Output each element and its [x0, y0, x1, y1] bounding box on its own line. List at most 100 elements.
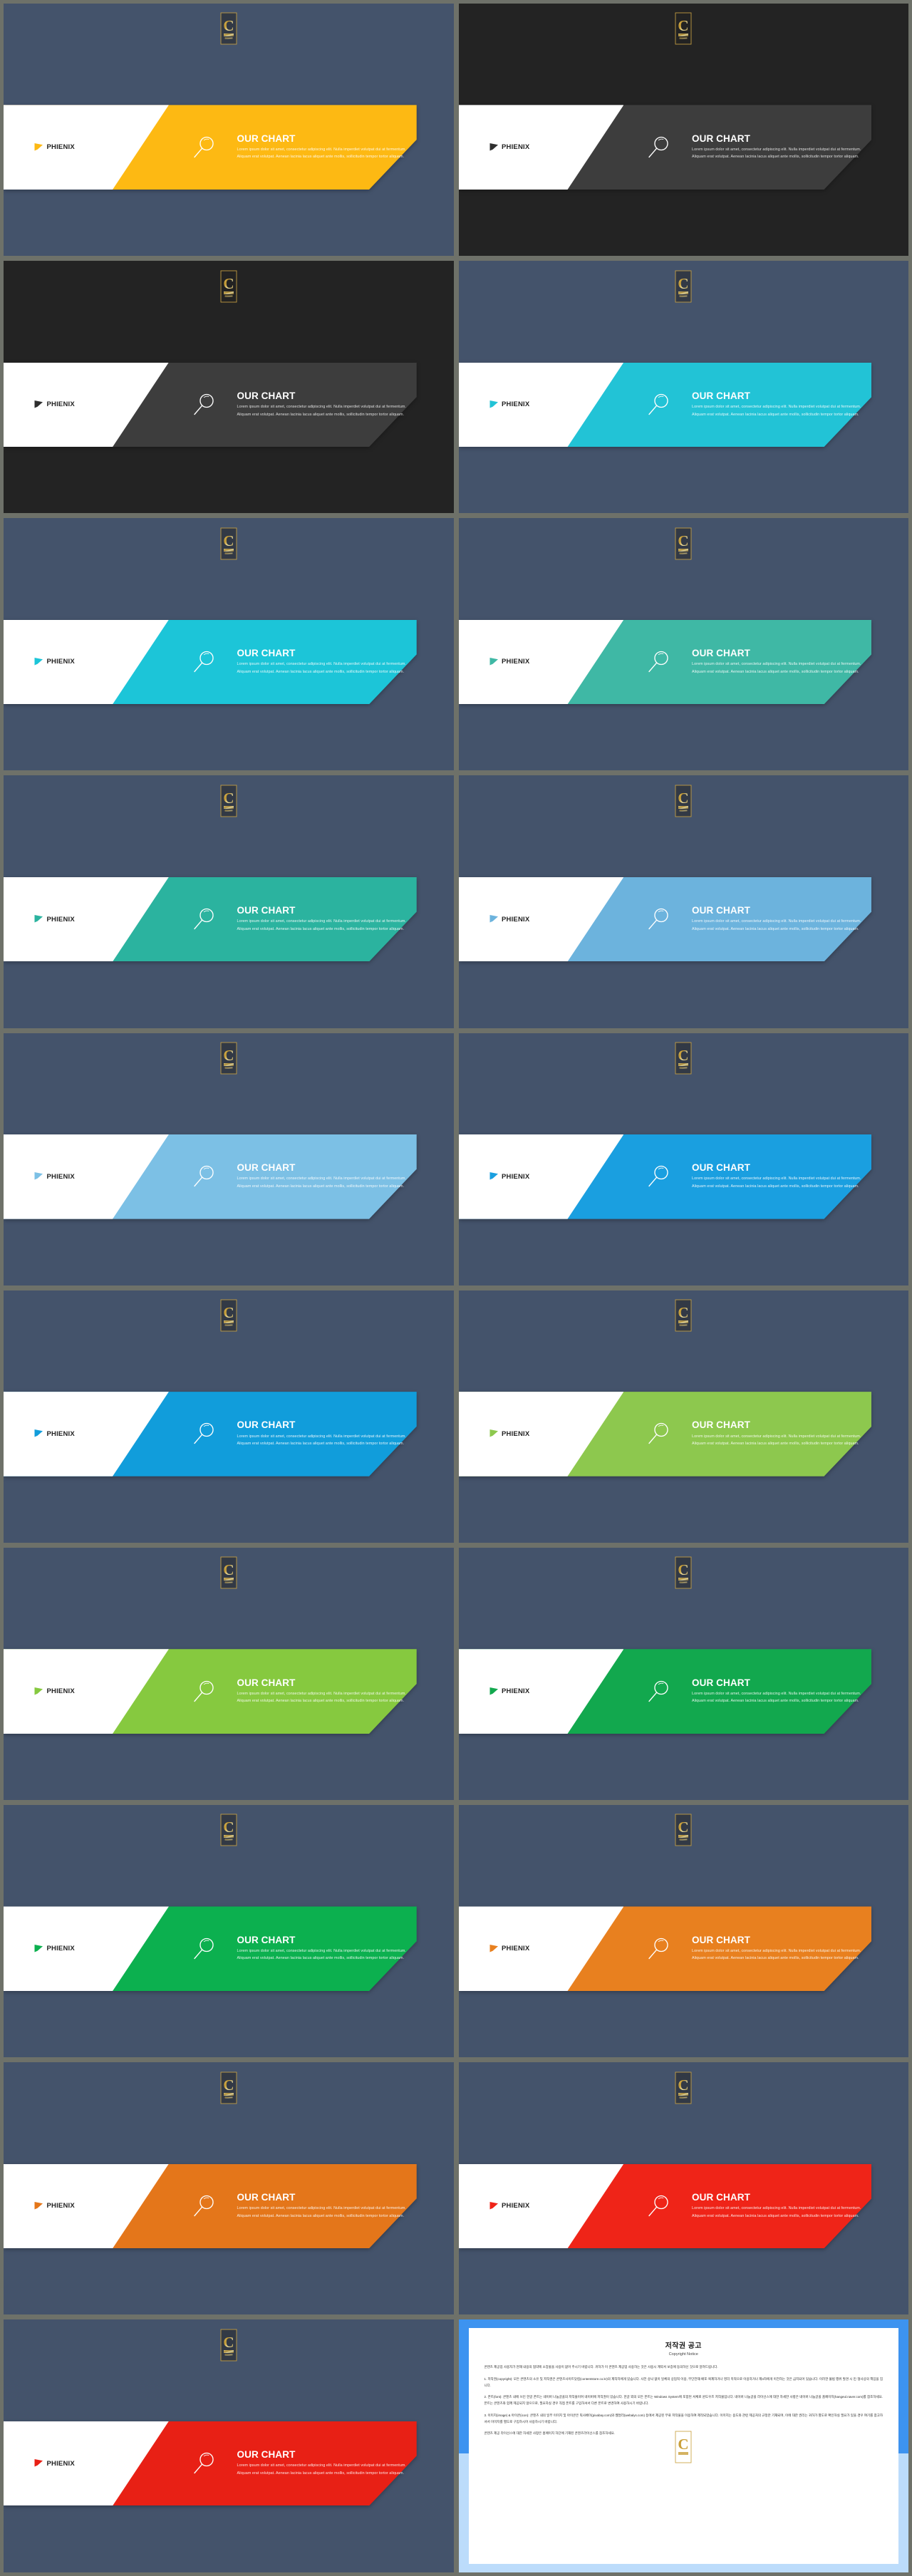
banner-heading: OUR CHART — [692, 390, 750, 401]
gold-c-medallion-icon: C — [220, 1556, 237, 1589]
slide-deck-grid: C PHIENIX OUR CHART Lorem ipsum dolor si… — [0, 0, 912, 2576]
magnifier-icon — [648, 393, 668, 415]
chart-banner: PHIENIX OUR CHART Lorem ipsum dolor sit … — [4, 1906, 417, 1992]
phienix-flag-icon — [489, 915, 498, 923]
slide-thumbnail-11[interactable]: C PHIENIX OUR CHART Lorem ipsum dolor si… — [4, 1290, 454, 1543]
banner-text-block: OUR CHART Lorem ipsum dolor sit amet, co… — [692, 648, 861, 676]
banner-body-text: Lorem ipsum dolor sit amet, consectetur … — [692, 1948, 861, 1961]
chart-banner: PHIENIX OUR CHART Lorem ipsum dolor sit … — [458, 362, 872, 448]
brand-name: PHIENIX — [501, 1945, 530, 1953]
banner-text-block: OUR CHART Lorem ipsum dolor sit amet, co… — [237, 2449, 407, 2477]
slide-thumbnail-3[interactable]: C PHIENIX OUR CHART Lorem ipsum dolor si… — [4, 261, 454, 514]
slide-thumbnail-10[interactable]: C PHIENIX OUR CHART Lorem ipsum dolor si… — [458, 1033, 908, 1286]
gold-c-medallion-icon: C — [675, 785, 692, 817]
gold-c-medallion-icon: C — [220, 2329, 237, 2362]
slide-thumbnail-1[interactable]: C PHIENIX OUR CHART Lorem ipsum dolor si… — [4, 4, 454, 257]
banner-body-text: Lorem ipsum dolor sit amet, consectetur … — [692, 919, 861, 931]
banner-text-block: OUR CHART Lorem ipsum dolor sit amet, co… — [692, 133, 861, 161]
slide-thumbnail-14[interactable]: C PHIENIX OUR CHART Lorem ipsum dolor si… — [458, 1547, 908, 1801]
magnifier-icon — [194, 1166, 214, 1187]
copyright-subtitle: Copyright Notice — [668, 2352, 698, 2357]
gold-c-medallion-icon: C — [675, 1556, 692, 1589]
banner-text-block: OUR CHART Lorem ipsum dolor sit amet, co… — [692, 1677, 861, 1705]
svg-text:C: C — [223, 2334, 234, 2351]
banner-heading: OUR CHART — [237, 647, 296, 658]
banner-body-text: Lorem ipsum dolor sit amet, consectetur … — [692, 1176, 861, 1189]
slide-thumbnail-9[interactable]: C PHIENIX OUR CHART Lorem ipsum dolor si… — [4, 1033, 454, 1286]
chart-banner: PHIENIX OUR CHART Lorem ipsum dolor sit … — [458, 105, 872, 190]
chart-banner: PHIENIX OUR CHART Lorem ipsum dolor sit … — [458, 1906, 872, 1992]
banner-heading: OUR CHART — [237, 1934, 296, 1945]
phienix-flag-icon — [34, 657, 43, 666]
phienix-flag-icon — [34, 400, 43, 408]
svg-text:C: C — [678, 1304, 689, 1321]
magnifier-icon — [194, 651, 214, 673]
svg-text:C: C — [223, 1304, 234, 1321]
banner-text-block: OUR CHART Lorem ipsum dolor sit amet, co… — [692, 390, 861, 418]
gold-c-medallion-icon: C — [220, 1042, 237, 1075]
slide-thumbnail-19[interactable]: C PHIENIX OUR CHART Lorem ipsum dolor si… — [4, 2319, 454, 2572]
slide-thumbnail-5[interactable]: C PHIENIX OUR CHART Lorem ipsum dolor si… — [4, 518, 454, 771]
chart-banner: PHIENIX OUR CHART Lorem ipsum dolor sit … — [458, 619, 872, 705]
brand-logo: PHIENIX — [34, 2458, 75, 2468]
banner-body-text: Lorem ipsum dolor sit amet, consectetur … — [692, 404, 861, 417]
banner-text-block: OUR CHART Lorem ipsum dolor sit amet, co… — [237, 648, 407, 676]
magnifier-icon — [648, 1680, 668, 1702]
banner-body-text: Lorem ipsum dolor sit amet, consectetur … — [692, 2205, 861, 2218]
phienix-flag-icon — [489, 1429, 498, 1437]
svg-text:C: C — [223, 790, 234, 807]
phienix-flag-icon — [489, 400, 498, 408]
banner-body-text: Lorem ipsum dolor sit amet, consectetur … — [237, 2463, 406, 2476]
phienix-flag-icon — [34, 915, 43, 923]
gold-c-medallion-icon: C — [220, 2071, 237, 2104]
slide-thumbnail-4[interactable]: C PHIENIX OUR CHART Lorem ipsum dolor si… — [458, 261, 908, 514]
chart-banner: PHIENIX OUR CHART Lorem ipsum dolor sit … — [4, 619, 417, 705]
banner-heading: OUR CHART — [237, 1162, 296, 1174]
banner-body-text: Lorem ipsum dolor sit amet, consectetur … — [237, 662, 406, 674]
banner-body-text: Lorem ipsum dolor sit amet, consectetur … — [237, 919, 406, 931]
magnifier-icon — [648, 651, 668, 673]
banner-heading: OUR CHART — [237, 1419, 296, 1431]
svg-text:C: C — [678, 1819, 689, 1836]
gold-c-medallion-icon: C — [220, 785, 237, 817]
magnifier-icon — [194, 136, 214, 157]
brand-name: PHIENIX — [501, 1687, 530, 1696]
slide-thumbnail-18[interactable]: C PHIENIX OUR CHART Lorem ipsum dolor si… — [458, 2062, 908, 2315]
copyright-paragraph: 2. 폰트(font): 콘텐츠 내에 쓰인 한글 폰트는 네이버 나눔글꼴의 … — [484, 2395, 884, 2406]
slide-thumbnail-15[interactable]: C PHIENIX OUR CHART Lorem ipsum dolor si… — [4, 1805, 454, 2058]
slide-thumbnail-20-copyright[interactable]: 저작권 공고 Copyright Notice 콘텐츠 제공업 사용자가 현재 내용… — [458, 2319, 908, 2572]
brand-logo: PHIENIX — [489, 1429, 529, 1439]
slide-thumbnail-16[interactable]: C PHIENIX OUR CHART Lorem ipsum dolor si… — [458, 1805, 908, 2058]
chart-banner: PHIENIX OUR CHART Lorem ipsum dolor sit … — [458, 1392, 872, 1476]
svg-text:C: C — [223, 2076, 234, 2094]
slide-thumbnail-12[interactable]: C PHIENIX OUR CHART Lorem ipsum dolor si… — [458, 1290, 908, 1543]
banner-heading: OUR CHART — [237, 1677, 296, 1688]
gold-c-medallion-icon: C — [220, 270, 237, 302]
banner-body-text: Lorem ipsum dolor sit amet, consectetur … — [237, 1691, 406, 1704]
slide-thumbnail-7[interactable]: C PHIENIX OUR CHART Lorem ipsum dolor si… — [4, 775, 454, 1028]
brand-logo: PHIENIX — [34, 400, 75, 410]
slide-thumbnail-2[interactable]: C PHIENIX OUR CHART Lorem ipsum dolor si… — [458, 4, 908, 257]
brand-name: PHIENIX — [46, 658, 75, 666]
banner-text-block: OUR CHART Lorem ipsum dolor sit amet, co… — [692, 1420, 861, 1447]
banner-text-block: OUR CHART Lorem ipsum dolor sit amet, co… — [237, 133, 407, 161]
slide-thumbnail-6[interactable]: C PHIENIX OUR CHART Lorem ipsum dolor si… — [458, 518, 908, 771]
brand-logo: PHIENIX — [489, 914, 529, 924]
phienix-flag-icon — [489, 2201, 498, 2210]
brand-logo: PHIENIX — [489, 143, 529, 152]
slide-thumbnail-17[interactable]: C PHIENIX OUR CHART Lorem ipsum dolor si… — [4, 2062, 454, 2315]
slide-thumbnail-8[interactable]: C PHIENIX OUR CHART Lorem ipsum dolor si… — [458, 775, 908, 1028]
phienix-flag-icon — [34, 1429, 43, 1437]
magnifier-icon — [648, 1166, 668, 1187]
chart-banner: PHIENIX OUR CHART Lorem ipsum dolor sit … — [4, 1649, 417, 1734]
brand-name: PHIENIX — [46, 915, 75, 924]
phienix-flag-icon — [489, 143, 498, 151]
magnifier-icon — [194, 393, 214, 415]
slide-thumbnail-13[interactable]: C PHIENIX OUR CHART Lorem ipsum dolor si… — [4, 1547, 454, 1801]
chart-banner: PHIENIX OUR CHART Lorem ipsum dolor sit … — [458, 1134, 872, 1219]
brand-name: PHIENIX — [46, 1945, 75, 1953]
banner-body-text: Lorem ipsum dolor sit amet, consectetur … — [237, 1434, 406, 1447]
magnifier-icon — [648, 1423, 668, 1444]
brand-name: PHIENIX — [501, 1429, 530, 1438]
brand-logo: PHIENIX — [34, 1944, 75, 1954]
